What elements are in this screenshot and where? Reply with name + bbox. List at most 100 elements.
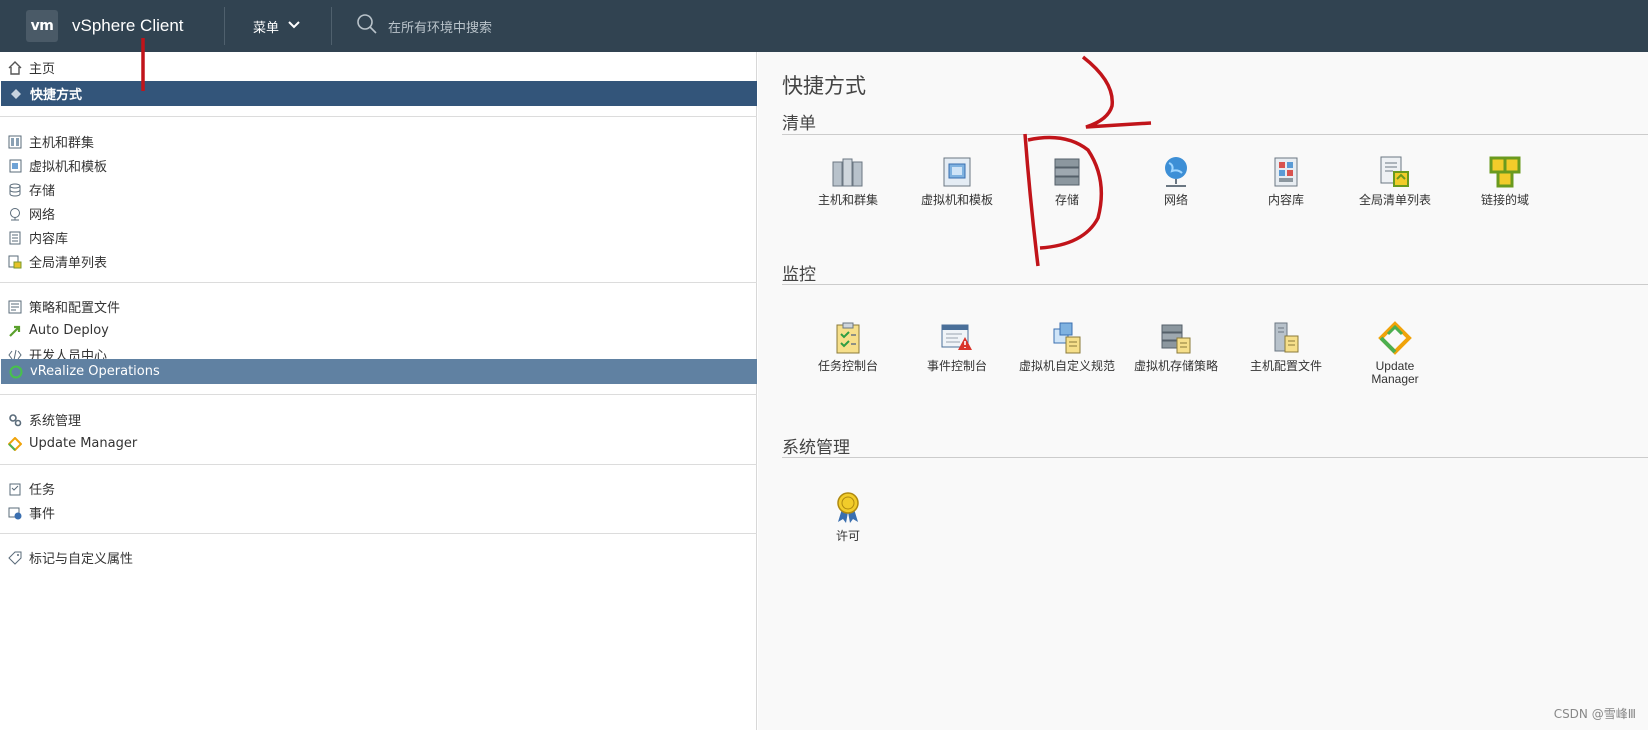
sidebar-item-hosts-clusters[interactable]: 主机和群集 bbox=[0, 129, 94, 154]
page-title: 快捷方式 bbox=[782, 74, 866, 98]
sidebar-divider bbox=[0, 282, 757, 283]
sidebar-item-global-inventory[interactable]: 全局清单列表 bbox=[0, 249, 107, 274]
sidebar: 主页 快捷方式 主机和群集 虚拟机和模板 存储 网络 内容库 全局清单列表 策略… bbox=[0, 52, 757, 730]
sidebar-item-administration[interactable]: 系统管理 bbox=[0, 407, 81, 432]
linked-domains-icon bbox=[1487, 154, 1523, 190]
update-manager-icon bbox=[1377, 320, 1413, 356]
sidebar-item-tasks[interactable]: 任务 bbox=[0, 476, 55, 501]
sidebar-divider bbox=[0, 464, 757, 465]
tile-update-manager[interactable]: Update Manager bbox=[1339, 320, 1451, 386]
sidebar-item-content-library[interactable]: 内容库 bbox=[0, 225, 68, 250]
tile-label: 主机配置文件 bbox=[1249, 359, 1322, 373]
update-manager-icon bbox=[7, 436, 23, 452]
sidebar-item-label: vRealize Operations bbox=[30, 364, 160, 379]
tile-label: 任务控制台 bbox=[817, 359, 878, 373]
sidebar-item-label: 存储 bbox=[29, 184, 56, 199]
vmware-logo[interactable]: vm bbox=[26, 10, 58, 42]
tile-host-profiles[interactable]: 主机配置文件 bbox=[1230, 320, 1342, 373]
sidebar-item-label: Auto Deploy bbox=[29, 323, 109, 338]
gear-icon bbox=[7, 412, 23, 428]
global-inventory-icon bbox=[7, 254, 23, 270]
home-icon bbox=[7, 60, 23, 76]
tile-label: 主机和群集 bbox=[817, 193, 878, 207]
content-library-icon bbox=[1268, 154, 1304, 190]
section-divider bbox=[782, 284, 1648, 285]
hosts-clusters-icon bbox=[7, 134, 23, 150]
tile-event-console[interactable]: 事件控制台 bbox=[901, 320, 1013, 373]
tile-vm-customization-specs[interactable]: 虚拟机自定义规范 bbox=[1011, 320, 1123, 373]
tile-label: 存储 bbox=[1054, 193, 1079, 207]
tile-label: 链接的域 bbox=[1480, 193, 1529, 207]
vrealize-icon bbox=[8, 364, 24, 380]
sidebar-item-label: 系统管理 bbox=[29, 414, 82, 429]
vm-template-icon bbox=[939, 154, 975, 190]
section-divider bbox=[782, 457, 1648, 458]
tile-linked-domains[interactable]: 链接的域 bbox=[1449, 154, 1561, 207]
tile-licensing[interactable]: 许可 bbox=[792, 490, 904, 543]
global-inventory-icon bbox=[1377, 154, 1413, 190]
tile-label: 虚拟机存储策略 bbox=[1133, 359, 1218, 373]
vm-storage-policy-icon bbox=[1158, 320, 1194, 356]
global-search[interactable]: 在所有环境中搜索 bbox=[332, 13, 492, 39]
sidebar-item-label: 全局清单列表 bbox=[29, 256, 108, 271]
sidebar-item-events[interactable]: 事件 bbox=[0, 500, 55, 525]
tile-label: 许可 bbox=[835, 529, 860, 543]
sidebar-item-vms-templates[interactable]: 虚拟机和模板 bbox=[0, 153, 107, 178]
tile-network[interactable]: 网络 bbox=[1120, 154, 1232, 207]
events-icon bbox=[7, 505, 23, 521]
content-library-icon bbox=[7, 230, 23, 246]
main-content: 快捷方式 清单 主机和群集 虚拟机和模板 存储 网络 内容库 全局清单列表 链接… bbox=[758, 52, 1648, 730]
sidebar-divider bbox=[0, 394, 757, 395]
tile-content-library[interactable]: 内容库 bbox=[1230, 154, 1342, 207]
tile-vms-templates[interactable]: 虚拟机和模板 bbox=[901, 154, 1013, 207]
tile-label: 网络 bbox=[1163, 193, 1188, 207]
tile-label: 虚拟机和模板 bbox=[920, 193, 993, 207]
tile-label: Update Manager bbox=[1371, 359, 1419, 386]
tile-vm-storage-policies[interactable]: 虚拟机存储策略 bbox=[1120, 320, 1232, 373]
sidebar-item-tags-attributes[interactable]: 标记与自定义属性 bbox=[0, 545, 133, 570]
auto-deploy-icon bbox=[7, 323, 23, 339]
sidebar-item-label: 事件 bbox=[29, 507, 56, 522]
sidebar-item-home[interactable]: 主页 bbox=[0, 55, 55, 80]
chevron-down-icon bbox=[287, 19, 301, 34]
event-console-icon bbox=[939, 320, 975, 356]
menu-button[interactable]: 菜单 bbox=[225, 17, 331, 36]
tile-label: 内容库 bbox=[1267, 193, 1304, 207]
sidebar-item-label: Update Manager bbox=[29, 436, 138, 451]
sidebar-item-update-manager[interactable]: Update Manager bbox=[0, 431, 137, 456]
policies-icon bbox=[7, 299, 23, 315]
tile-label: 全局清单列表 bbox=[1358, 193, 1431, 207]
tile-storage[interactable]: 存储 bbox=[1011, 154, 1123, 207]
sidebar-item-label: 虚拟机和模板 bbox=[29, 160, 108, 175]
watermark: CSDN @雪峰Ⅲ bbox=[1553, 707, 1636, 721]
sidebar-item-label: 标记与自定义属性 bbox=[29, 552, 134, 567]
tile-global-inventory[interactable]: 全局清单列表 bbox=[1339, 154, 1451, 207]
search-icon bbox=[356, 13, 378, 39]
tasks-icon bbox=[7, 481, 23, 497]
sidebar-item-label: 网络 bbox=[29, 208, 56, 223]
sidebar-item-policies-profiles[interactable]: 策略和配置文件 bbox=[0, 294, 120, 319]
section-divider bbox=[782, 134, 1648, 135]
tile-hosts-clusters[interactable]: 主机和群集 bbox=[792, 154, 904, 207]
sidebar-item-shortcuts[interactable]: 快捷方式 bbox=[1, 81, 757, 106]
app-title[interactable]: vSphere Client bbox=[72, 16, 224, 36]
search-placeholder: 在所有环境中搜索 bbox=[388, 20, 493, 36]
network-icon bbox=[1158, 154, 1194, 190]
storage-icon bbox=[7, 182, 23, 198]
sidebar-item-vrealize-operations[interactable]: vRealize Operations bbox=[1, 359, 757, 384]
sidebar-item-auto-deploy[interactable]: Auto Deploy bbox=[0, 318, 109, 343]
license-icon bbox=[830, 490, 866, 526]
sidebar-item-label: 策略和配置文件 bbox=[29, 301, 121, 316]
tile-task-console[interactable]: 任务控制台 bbox=[792, 320, 904, 373]
network-icon bbox=[7, 206, 23, 222]
sidebar-item-network[interactable]: 网络 bbox=[0, 201, 55, 226]
section-title-administration: 系统管理 bbox=[782, 438, 850, 458]
sidebar-divider bbox=[0, 533, 757, 534]
tag-icon bbox=[7, 550, 23, 566]
sidebar-item-label: 任务 bbox=[29, 483, 56, 498]
hosts-clusters-icon bbox=[830, 154, 866, 190]
sidebar-item-storage[interactable]: 存储 bbox=[0, 177, 55, 202]
vm-customization-icon bbox=[1049, 320, 1085, 356]
sidebar-divider bbox=[0, 116, 757, 117]
vm-template-icon bbox=[7, 158, 23, 174]
